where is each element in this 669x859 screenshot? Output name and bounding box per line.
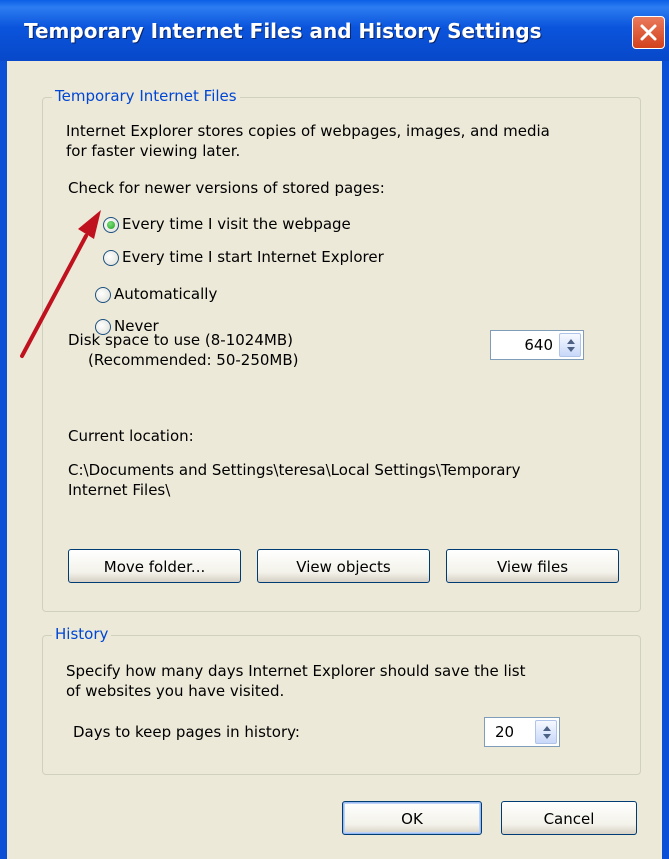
history-group	[42, 635, 641, 775]
up-down-arrows-icon	[543, 726, 551, 739]
radio-label[interactable]: Every time I visit the webpage	[122, 215, 351, 234]
dialog-window: Temporary Internet Files and History Set…	[0, 0, 669, 859]
history-days-spinner[interactable]: 20	[484, 717, 560, 747]
history-description-line1: Specify how many days Internet Explorer …	[66, 662, 526, 680]
radio-button[interactable]	[95, 287, 111, 303]
history-description-line2: of websites you have visited.	[66, 682, 285, 700]
current-location-line2: Internet Files\	[68, 481, 171, 499]
radio-button[interactable]	[103, 217, 119, 233]
ok-button[interactable]: OK	[342, 801, 482, 835]
current-location-label: Current location:	[68, 427, 194, 445]
history-days-spin-buttons[interactable]	[535, 720, 557, 744]
temp-files-description-line1: Internet Explorer stores copies of webpa…	[66, 122, 550, 140]
view-files-button[interactable]: View files	[446, 549, 619, 583]
disk-space-label: Disk space to use (8-1024MB)	[68, 331, 293, 349]
radio-label[interactable]: Automatically	[114, 285, 217, 304]
move-folder-button[interactable]: Move folder...	[68, 549, 241, 583]
temp-files-legend: Temporary Internet Files	[52, 87, 240, 105]
temp-files-description-line2: for faster viewing later.	[66, 142, 241, 160]
current-location-line1: C:\Documents and Settings\teresa\Local S…	[68, 461, 521, 479]
radio-label[interactable]: Every time I start Internet Explorer	[122, 248, 384, 267]
disk-space-recommended: (Recommended: 50-250MB)	[88, 351, 299, 369]
radio-button[interactable]	[103, 250, 119, 266]
disk-space-spinner[interactable]: 640	[490, 330, 584, 360]
check-label: Check for newer versions of stored pages…	[68, 179, 385, 197]
up-down-arrows-icon	[567, 339, 575, 352]
view-objects-button[interactable]: View objects	[257, 549, 430, 583]
window-title: Temporary Internet Files and History Set…	[24, 19, 542, 43]
history-legend: History	[52, 625, 112, 643]
history-days-value[interactable]: 20	[495, 723, 514, 741]
disk-space-spin-buttons[interactable]	[559, 333, 581, 357]
cancel-button[interactable]: Cancel	[501, 801, 637, 835]
dialog-body: Temporary Internet Files Internet Explor…	[7, 61, 662, 859]
days-label: Days to keep pages in history:	[73, 723, 300, 741]
close-button[interactable]	[632, 16, 665, 49]
title-bar[interactable]: Temporary Internet Files and History Set…	[0, 0, 669, 61]
disk-space-value[interactable]: 640	[524, 336, 553, 354]
close-icon	[640, 24, 657, 41]
